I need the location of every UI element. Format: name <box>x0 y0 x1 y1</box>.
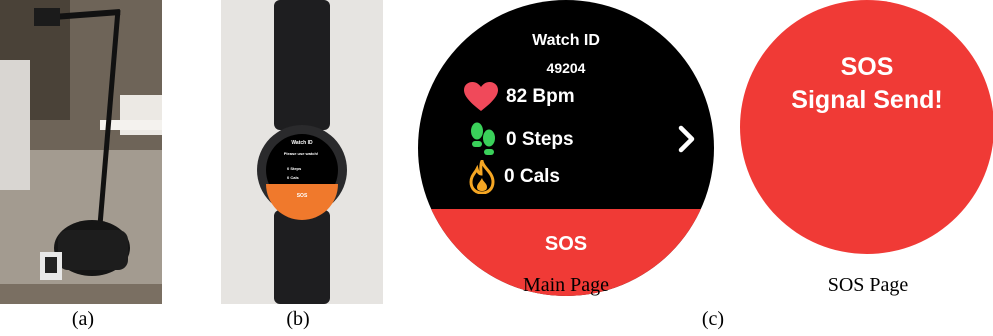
watch-id-value: 49204 <box>546 60 586 76</box>
sos-message: Signal Send! <box>791 86 943 114</box>
heart-icon <box>464 82 498 111</box>
calories-value: 0 Cals <box>504 166 560 187</box>
steps-value: 0 Steps <box>506 129 574 150</box>
smartwatch-photo: Watch ID Please use watch! 0 Steps 0 Cal… <box>221 0 383 304</box>
footsteps-icon <box>471 122 495 155</box>
flame-icon <box>469 160 495 194</box>
main-page-watch-face: Watch ID 49204 82 Bpm 0 Steps 0 Cals SOS <box>418 0 714 296</box>
sos-page-watch-face: SOS Signal Send! <box>740 0 993 254</box>
heart-rate-value: 82 Bpm <box>506 86 575 107</box>
sos-button-label: SOS <box>544 233 588 255</box>
mini-watch-title: Watch ID <box>291 140 313 146</box>
chevron-right-icon[interactable] <box>676 124 698 154</box>
heart-rate-row: 82 Bpm <box>464 82 575 112</box>
mini-watch-sos: SOS <box>296 193 308 199</box>
robot-photo <box>0 0 162 304</box>
calories-row: 0 Cals <box>468 160 560 194</box>
mini-watch-steps: 0 Steps <box>287 166 302 171</box>
robot-photo-illustration <box>0 0 162 304</box>
caption-sos-page: SOS Page <box>827 274 909 296</box>
caption-main-page: Main Page <box>522 274 610 296</box>
caption-c: (c) <box>701 308 725 330</box>
caption-b: (b) <box>286 308 310 330</box>
steps-row: 0 Steps <box>470 122 574 158</box>
caption-a: (a) <box>71 308 95 330</box>
watch-id-title: Watch ID <box>532 32 600 49</box>
mini-watch-message: Please use watch! <box>283 151 319 156</box>
sos-title: SOS <box>840 53 894 81</box>
mini-watch-cals: 0 Cals <box>287 175 299 180</box>
